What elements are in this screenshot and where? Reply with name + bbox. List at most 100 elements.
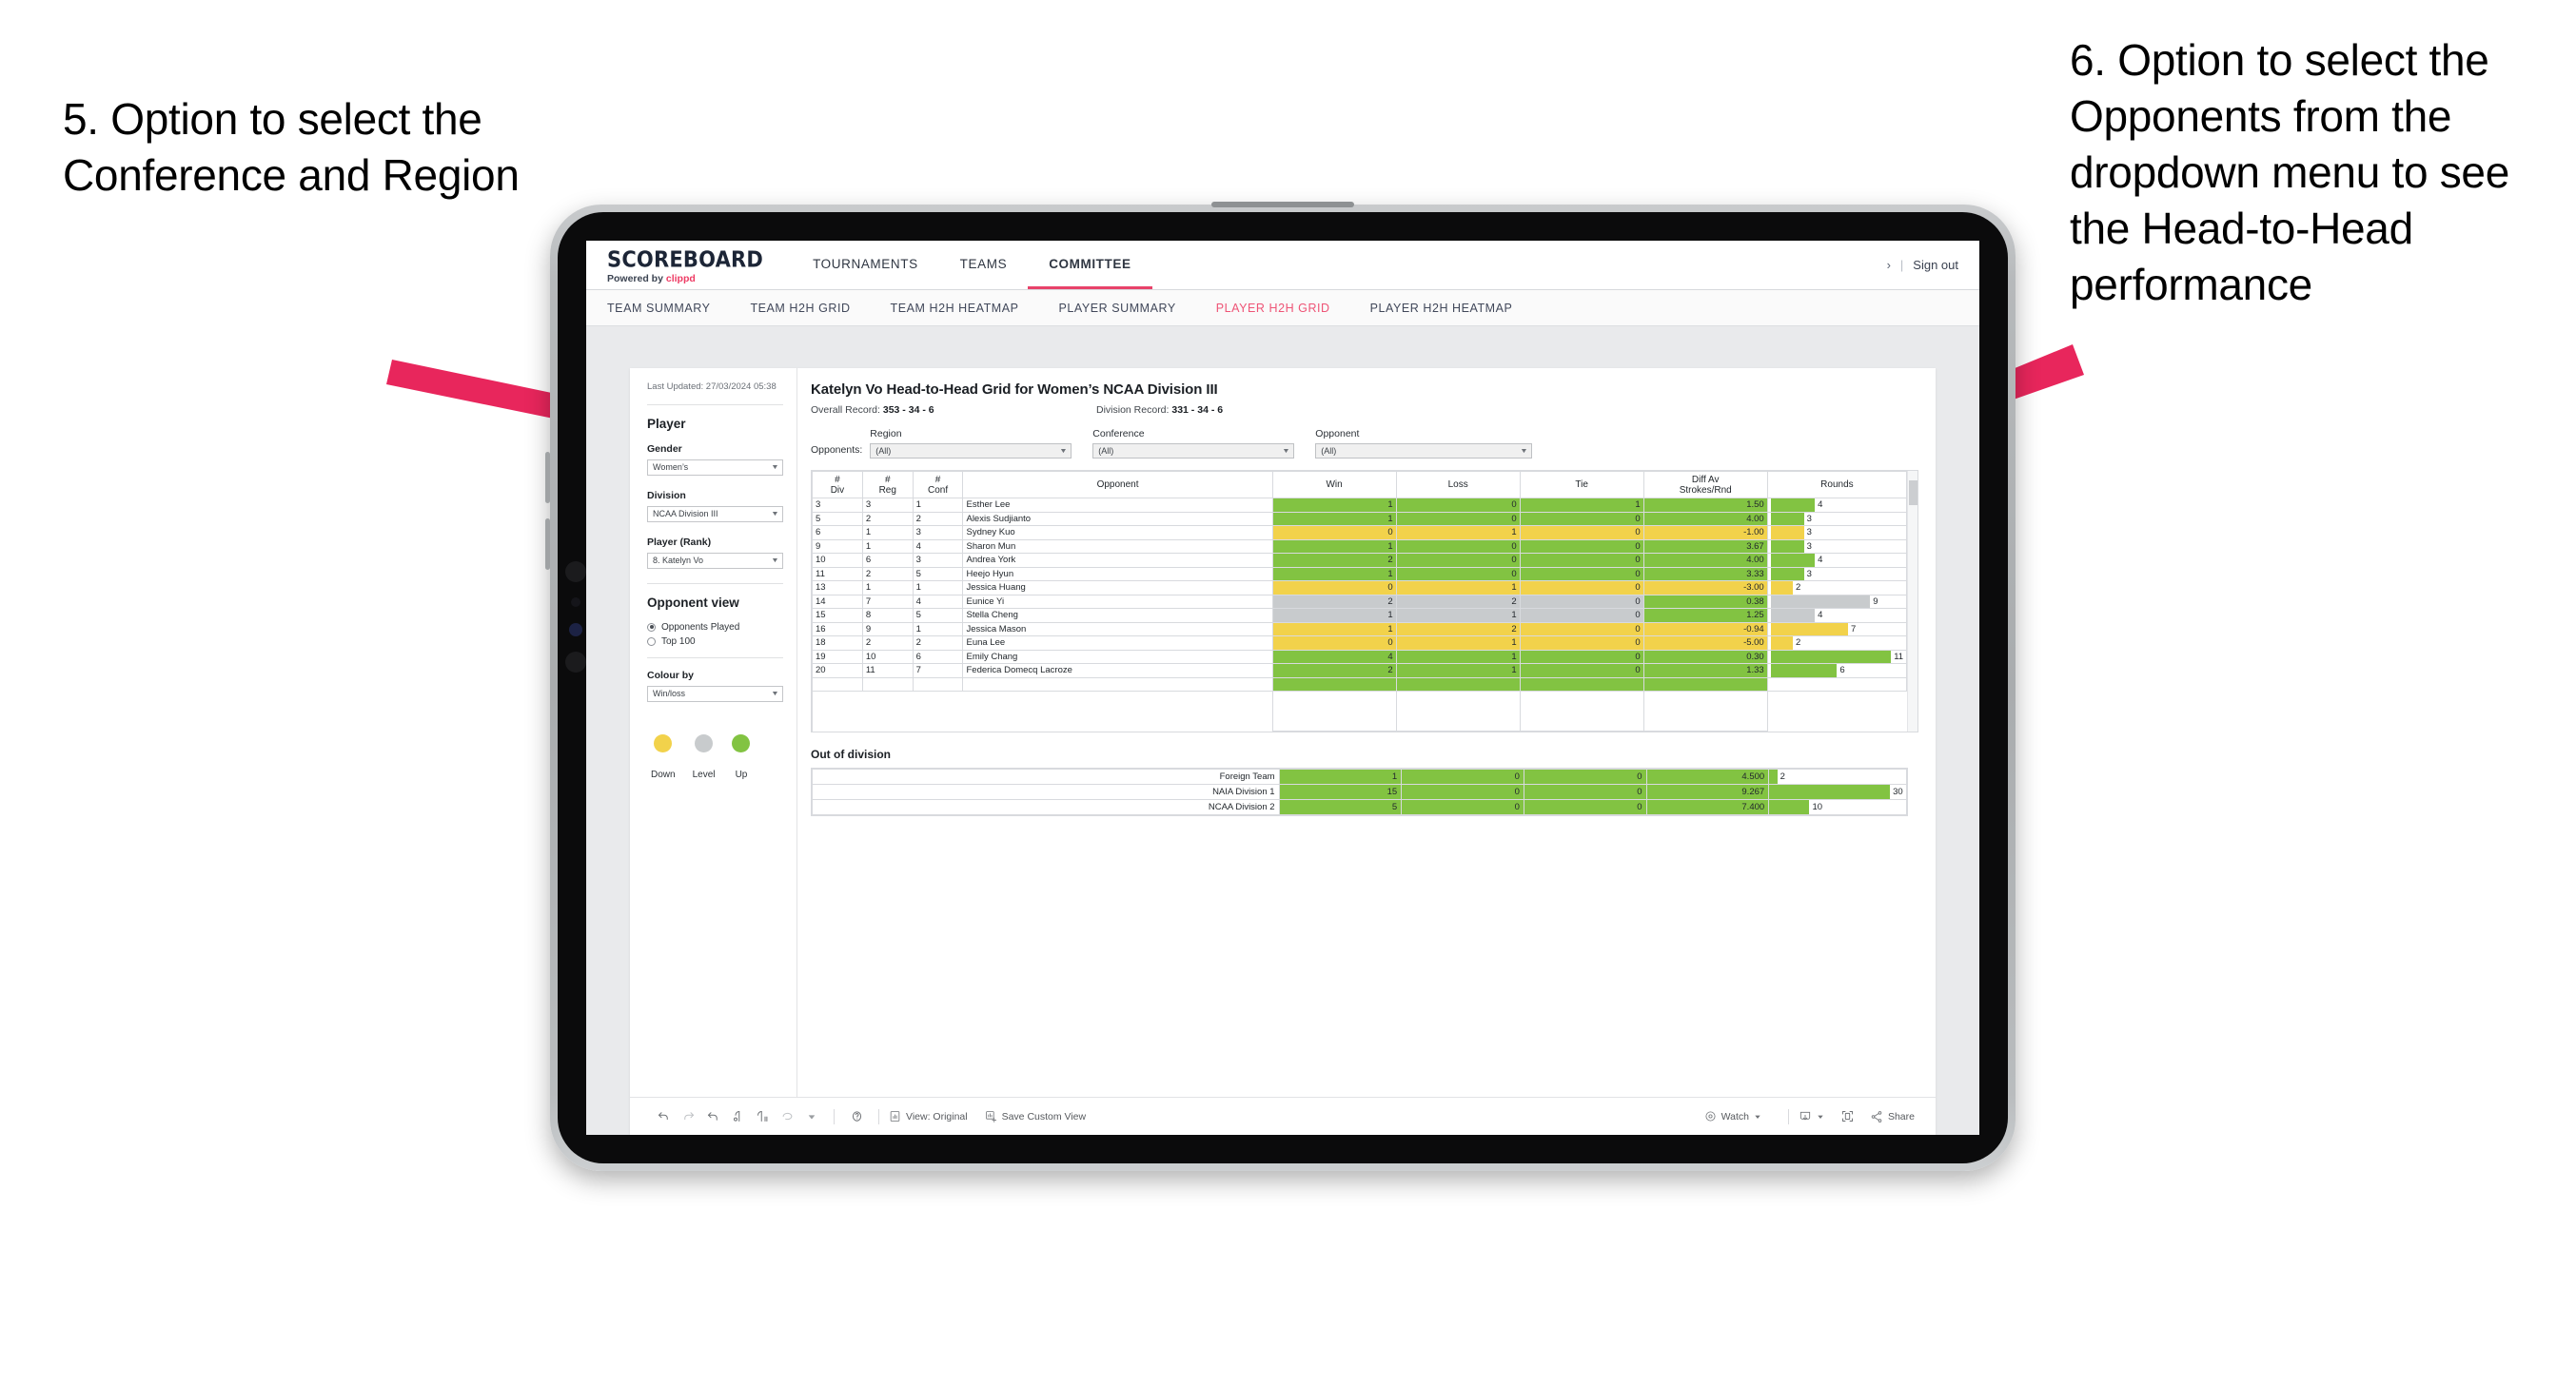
refresh-icon[interactable] bbox=[725, 1109, 750, 1123]
volume-down-button[interactable] bbox=[545, 518, 550, 570]
nav-item-tournaments[interactable]: TOURNAMENTS bbox=[792, 241, 939, 289]
cell-tie: 0 bbox=[1519, 511, 1644, 526]
download-button[interactable] bbox=[1799, 1110, 1824, 1123]
cell-tie: 0 bbox=[1519, 608, 1644, 623]
cell-win: 5 bbox=[1278, 799, 1403, 815]
h2h-grid-wrapper: #Div #Reg #Conf Opponent Win Loss Tie bbox=[811, 470, 1918, 732]
table-row[interactable]: 19 10 6 Emily Chang 4 1 0 0.30 11 bbox=[812, 649, 1908, 664]
main-nav: TOURNAMENTS TEAMS COMMITTEE bbox=[792, 241, 1152, 289]
pause-icon[interactable] bbox=[750, 1109, 775, 1123]
tab-team-h2h-heatmap[interactable]: TEAM H2H HEATMAP bbox=[891, 302, 1042, 315]
tab-player-h2h-grid[interactable]: PLAYER H2H GRID bbox=[1216, 302, 1353, 315]
table-row[interactable]: 15 8 5 Stella Cheng 1 1 0 1.25 4 bbox=[812, 608, 1908, 623]
app-logo[interactable]: SCOREBOARD Powered by clippd bbox=[586, 241, 778, 289]
colour-by-select[interactable]: Win/loss ▼ bbox=[647, 685, 783, 702]
division-record: Division Record: 331 - 34 - 6 bbox=[1096, 404, 1223, 416]
share-button[interactable]: Share bbox=[1870, 1110, 1915, 1123]
cell-win: 15 bbox=[1278, 784, 1403, 800]
revert-icon[interactable] bbox=[700, 1109, 725, 1123]
topbar-separator: | bbox=[1899, 258, 1904, 272]
cell-reg: 6 bbox=[861, 553, 914, 568]
cell-tie: 0 bbox=[1519, 635, 1644, 651]
table-row[interactable]: 20 11 7 Federica Domecq Lacroze 2 1 0 1.33 6 bbox=[812, 663, 1908, 678]
share-label: Share bbox=[1887, 1110, 1915, 1122]
division-value: NCAA Division III bbox=[653, 509, 718, 519]
conference-filter-select[interactable]: (All) ▼ bbox=[1092, 443, 1295, 459]
radio-opponents-played[interactable]: Opponents Played bbox=[647, 622, 783, 633]
cell-reg: 7 bbox=[861, 594, 914, 609]
legend-up-swatch bbox=[732, 733, 751, 752]
chevron-down-icon: ▼ bbox=[771, 510, 779, 517]
tab-player-summary[interactable]: PLAYER SUMMARY bbox=[1059, 302, 1199, 315]
tablet-screen: SCOREBOARD Powered by clippd TOURNAMENTS… bbox=[586, 241, 1979, 1135]
topbar-right: › | Sign out bbox=[1887, 241, 1979, 289]
out-of-division-row[interactable]: NAIA Division 1 15 0 0 9.267 30 bbox=[812, 784, 1907, 800]
cell-diff: 0.30 bbox=[1642, 649, 1768, 664]
radio-top-100[interactable]: Top 100 bbox=[647, 636, 783, 647]
view-original-button[interactable]: View: Original bbox=[889, 1110, 968, 1122]
out-of-division-row[interactable]: Foreign Team 1 0 0 4.500 2 bbox=[812, 769, 1907, 785]
cell-conf: 4 bbox=[912, 594, 964, 609]
table-row[interactable]: 11 2 5 Heejo Hyun 1 0 0 3.33 3 bbox=[812, 566, 1908, 581]
cell-tie: 1 bbox=[1519, 498, 1644, 513]
table-row[interactable]: 10 6 3 Andrea York 2 0 0 4.00 4 bbox=[812, 553, 1908, 568]
division-select[interactable]: NCAA Division III ▼ bbox=[647, 505, 783, 522]
gender-select[interactable]: Women’s ▼ bbox=[647, 459, 783, 476]
table-row[interactable]: 6 1 3 Sydney Kuo 0 1 0 -1.00 3 bbox=[812, 525, 1908, 540]
tab-team-summary[interactable]: TEAM SUMMARY bbox=[607, 302, 733, 315]
h2h-grid-table: #Div #Reg #Conf Opponent Win Loss Tie bbox=[812, 471, 1908, 732]
cell-win: 1 bbox=[1271, 566, 1397, 581]
watch-button[interactable]: Watch bbox=[1704, 1110, 1761, 1122]
cell-loss: 1 bbox=[1395, 635, 1521, 651]
conference-filter-value: (All) bbox=[1098, 446, 1114, 456]
nav-item-committee[interactable]: COMMITTEE bbox=[1028, 241, 1152, 289]
page-title: Katelyn Vo Head-to-Head Grid for Women’s… bbox=[811, 381, 1218, 398]
table-header-row: #Div #Reg #Conf Opponent Win Loss Tie bbox=[812, 471, 1908, 498]
table-row[interactable]: 18 2 2 Euna Lee 0 1 0 -5.00 2 bbox=[812, 635, 1908, 651]
undo-icon[interactable] bbox=[651, 1109, 676, 1123]
nav-item-teams[interactable]: TEAMS bbox=[939, 241, 1029, 289]
player-rank-select[interactable]: 8. Katelyn Vo ▼ bbox=[647, 552, 783, 569]
sign-out-link[interactable]: Sign out bbox=[1913, 258, 1958, 272]
chevron-down-icon: ▼ bbox=[771, 463, 779, 471]
fullscreen-icon[interactable] bbox=[1836, 1109, 1860, 1123]
help-icon[interactable] bbox=[844, 1109, 869, 1123]
save-custom-view-button[interactable]: Save Custom View bbox=[985, 1110, 1087, 1122]
cell-rounds: 10 bbox=[1768, 799, 1907, 815]
table-row[interactable]: 5 2 2 Alexis Sudjianto 1 0 0 4.00 3 bbox=[812, 511, 1908, 526]
table-row[interactable]: 13 1 1 Jessica Huang 0 1 0 -3.00 2 bbox=[812, 580, 1908, 595]
cell-opponent: Jessica Mason bbox=[962, 621, 1273, 636]
cell-tie: 0 bbox=[1523, 769, 1647, 785]
chevron-down-icon[interactable] bbox=[799, 1112, 824, 1122]
redo-icon[interactable] bbox=[676, 1109, 700, 1123]
colour-by-value: Win/loss bbox=[653, 689, 686, 699]
tab-player-h2h-heatmap[interactable]: PLAYER H2H HEATMAP bbox=[1370, 302, 1536, 315]
reset-icon[interactable] bbox=[775, 1109, 799, 1123]
cell-div: 10 bbox=[812, 553, 863, 568]
col-conf: # Conf bbox=[912, 471, 964, 498]
logo-title: SCOREBOARD bbox=[607, 247, 764, 272]
player-rank-field: Player (Rank) 8. Katelyn Vo ▼ bbox=[647, 537, 783, 569]
out-of-division-row[interactable]: NCAA Division 2 5 0 0 7.400 10 bbox=[812, 799, 1907, 815]
grid-scrollbar-thumb[interactable] bbox=[1909, 480, 1918, 505]
cell-conf: 3 bbox=[912, 525, 964, 540]
overall-record-label: Overall Record: bbox=[811, 404, 880, 416]
opponent-filter-select[interactable]: (All) ▼ bbox=[1315, 443, 1533, 459]
grid-scrollbar[interactable] bbox=[1907, 471, 1918, 732]
chevron-down-icon: ▼ bbox=[771, 556, 779, 564]
tab-team-h2h-grid[interactable]: TEAM H2H GRID bbox=[750, 302, 873, 315]
region-filter-select[interactable]: (All) ▼ bbox=[870, 443, 1072, 459]
table-row[interactable]: 3 3 1 Esther Lee 1 0 1 1.50 4 bbox=[812, 498, 1908, 513]
save-custom-view-label: Save Custom View bbox=[1001, 1110, 1087, 1122]
tablet-device: SCOREBOARD Powered by clippd TOURNAMENTS… bbox=[545, 202, 2016, 1171]
table-row[interactable]: 14 7 4 Eunice Yi 2 2 0 0.38 9 bbox=[812, 594, 1908, 609]
table-row[interactable]: 16 9 1 Jessica Mason 1 2 0 -0.94 7 bbox=[812, 621, 1908, 636]
cell-diff: 3.67 bbox=[1642, 538, 1768, 554]
volume-up-button[interactable] bbox=[545, 452, 550, 503]
annotation-left: 5. Option to select the Conference and R… bbox=[63, 94, 520, 200]
chevron-down-icon: ▼ bbox=[1282, 447, 1291, 455]
chevron-right-icon[interactable]: › bbox=[1887, 258, 1891, 272]
table-row[interactable]: 9 1 4 Sharon Mun 1 0 0 3.67 3 bbox=[812, 538, 1908, 554]
cell-conf: 1 bbox=[912, 621, 964, 636]
cell-conf: 2 bbox=[912, 635, 964, 651]
